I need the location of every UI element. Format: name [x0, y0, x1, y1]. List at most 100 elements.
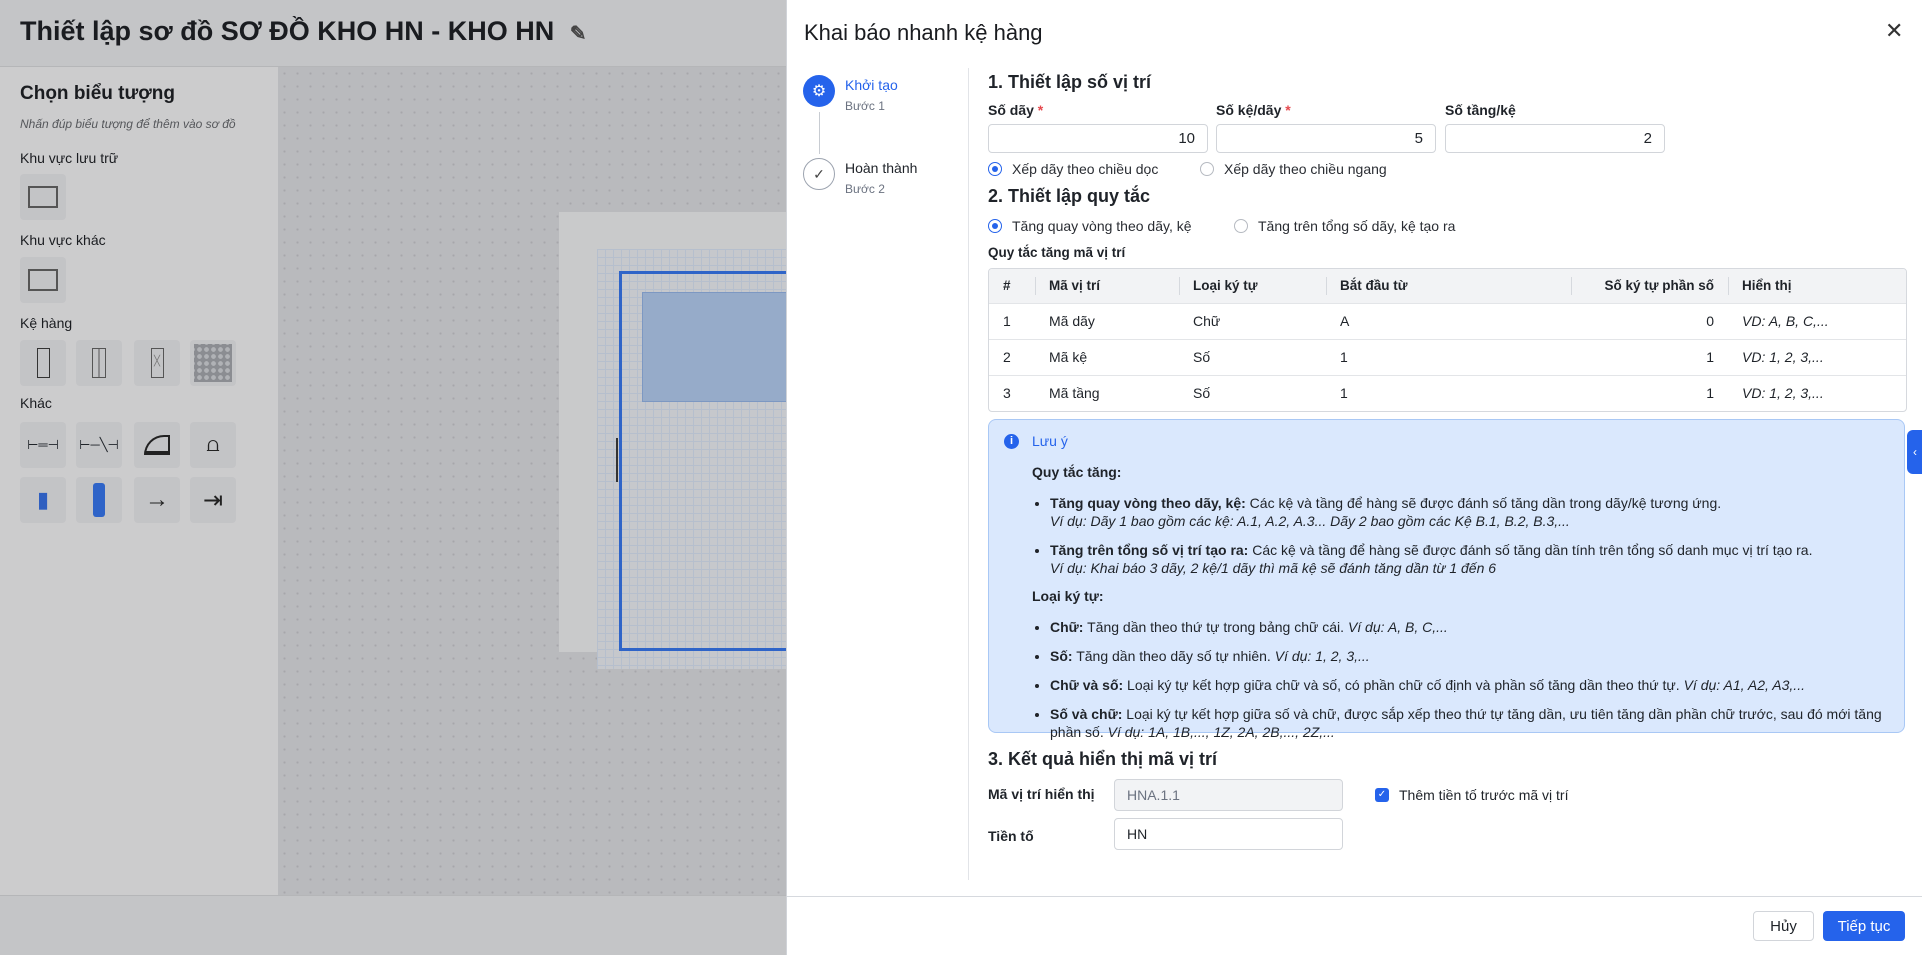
note-item-term: Tăng trên tổng số vị trí tạo ra: [1050, 542, 1249, 558]
shelves-input[interactable]: 5 [1216, 124, 1436, 153]
radio-dot[interactable] [988, 219, 1002, 233]
col-code: Mã vị trí [1035, 269, 1179, 303]
shelf-block[interactable] [642, 292, 786, 402]
cell-display: VD: A, B, C,... [1728, 302, 1906, 339]
forklift-icon[interactable]: ▮ [20, 477, 66, 523]
step-1-gear-icon: ⚙ [803, 75, 835, 107]
next-button[interactable]: Tiếp tục [1823, 911, 1905, 941]
prefix-checkbox[interactable]: ✓ Thêm tiền tố trước mã vị trí [1375, 787, 1568, 803]
step-connector [819, 112, 820, 154]
cross-shelf-icon[interactable]: ╳ [134, 340, 180, 386]
note-item-term: Số và chữ: [1050, 706, 1123, 722]
other-area-icon[interactable] [20, 257, 66, 303]
info-icon: i [1004, 434, 1019, 449]
note-item: Số: Tăng dần theo dãy số tự nhiên. Ví dụ… [1050, 647, 1892, 665]
radio-dot[interactable] [1234, 219, 1248, 233]
radio-vertical[interactable]: Xếp dãy theo chiều dọc [988, 161, 1158, 177]
close-icon[interactable]: ✕ [1885, 18, 1903, 44]
note-item-text: Tăng dần theo dãy số tự nhiên. [1072, 648, 1275, 664]
single-door-arc-icon[interactable] [134, 422, 180, 468]
cell-digits: 1 [1571, 374, 1728, 411]
collapse-chevron-left-icon[interactable]: ‹ [1907, 430, 1922, 474]
display-code-field: HNA.1.1 [1114, 779, 1343, 811]
door-marker[interactable] [616, 438, 625, 482]
cancel-button[interactable]: Hủy [1753, 911, 1814, 941]
note-item-text: Các kệ và tầng để hàng sẽ được đánh số t… [1248, 542, 1813, 558]
radio-rotate[interactable]: Tăng quay vòng theo dãy, kệ [988, 218, 1192, 234]
dialog-title: Khai báo nhanh kệ hàng [804, 20, 1043, 45]
types-heading: Loại ký tự: [1032, 588, 1104, 604]
cell-display: VD: 1, 2, 3,... [1728, 338, 1906, 375]
note-item-example: Ví dụ: 1A, 1B,..., 1Z, 2A, 2B,..., 2Z,..… [1107, 724, 1335, 740]
cell-index: 3 [989, 374, 1035, 411]
conveyor-icon[interactable] [76, 477, 122, 523]
storage-area-icon[interactable] [20, 174, 66, 220]
table-row: 3 Mã tầng Số 1 1 VD: 1, 2, 3,... [989, 374, 1906, 411]
note-item: Chữ và số: Loại ký tự kết hợp giữa chữ v… [1050, 676, 1892, 694]
steps-divider [968, 68, 969, 880]
cell-type: Chữ [1179, 302, 1326, 339]
cell-index: 2 [989, 338, 1035, 375]
note-item-example: Ví dụ: Khai báo 3 dãy, 2 kệ/1 dãy thì mã… [1050, 560, 1497, 576]
radio-dot[interactable] [988, 162, 1002, 176]
step-1-label[interactable]: Khởi tạo [845, 77, 898, 93]
col-start: Bắt đầu từ [1326, 269, 1571, 303]
note-item-example: Ví dụ: 1, 2, 3,... [1274, 648, 1370, 664]
prefix-input[interactable]: HN [1114, 818, 1343, 850]
single-shelf-icon[interactable] [20, 340, 66, 386]
cell-display: VD: 1, 2, 3,... [1728, 374, 1906, 411]
section-other: Khác [20, 395, 52, 411]
shelves-label: Số kệ/dãy * [1216, 102, 1291, 118]
note-item-example: Ví dụ: A1, A2, A3,... [1683, 677, 1805, 693]
rows-input[interactable]: 10 [988, 124, 1208, 153]
swing-door-icon[interactable]: ⊢─╲⊣ [76, 422, 122, 468]
levels-input[interactable]: 2 [1445, 124, 1665, 153]
checkbox-checked-icon[interactable]: ✓ [1375, 788, 1389, 802]
quick-shelf-dialog: Khai báo nhanh kệ hàng ✕ ⚙ Khởi tạo Bước… [786, 0, 1922, 955]
double-door-icon[interactable]: ⊢═⊣ [20, 422, 66, 468]
edit-pencil-icon[interactable]: ✎ [570, 23, 587, 45]
note-box: i Lưu ý Quy tắc tăng: Tăng quay vòng the… [988, 419, 1905, 740]
section-storage-area: Khu vực lưu trữ [20, 150, 119, 166]
rules-heading: Quy tắc tăng: [1032, 464, 1122, 480]
cell-start: 1 [1326, 374, 1571, 411]
note-item: Tăng quay vòng theo dãy, kệ: Các kệ và t… [1050, 494, 1892, 530]
table-label: Quy tắc tăng mã vị trí [988, 245, 1126, 260]
cell-start: A [1326, 302, 1571, 339]
pallet-grid-icon[interactable] [190, 340, 236, 386]
col-digits: Số ký tự phần số [1571, 269, 1728, 303]
col-index: # [989, 269, 1035, 303]
levels-label: Số tầng/kệ [1445, 102, 1516, 118]
rows-label: Số dãy * [988, 102, 1044, 118]
table-row: 2 Mã kệ Số 1 1 VD: 1, 2, 3,... [989, 338, 1906, 375]
page-title: Thiết lập sơ đồ SƠ ĐỒ KHO HN - KHO HN ✎ [20, 16, 587, 46]
panel-hint: Nhấn đúp biểu tượng để thêm vào sơ đồ [20, 117, 236, 131]
radio-dot[interactable] [1200, 162, 1214, 176]
cell-start: 1 [1326, 338, 1571, 375]
panel-title: Chọn biểu tượng [20, 83, 175, 104]
icon-picker-panel: Chọn biểu tượng Nhấn đúp biểu tượng để t… [0, 67, 278, 895]
display-code-label: Mã vị trí hiển thị [988, 786, 1095, 802]
note-item-term: Chữ: [1050, 619, 1084, 635]
double-shelf-icon[interactable] [76, 340, 122, 386]
note-item-term: Chữ và số: [1050, 677, 1124, 693]
radio-total[interactable]: Tăng trên tổng số dãy, kệ tạo ra [1234, 218, 1455, 234]
note-item: Chữ: Tăng dần theo thứ tự trong bảng chữ… [1050, 618, 1892, 636]
note-item-example: Ví dụ: A, B, C,... [1347, 619, 1448, 635]
radio-horizontal[interactable]: Xếp dãy theo chiều ngang [1200, 161, 1387, 177]
section-1-heading: 1. Thiết lập số vị trí [988, 72, 1152, 92]
col-display: Hiển thị [1728, 269, 1906, 303]
required-mark: * [1037, 102, 1044, 118]
cell-type: Số [1179, 338, 1326, 375]
arrow-right-icon[interactable]: → [134, 477, 180, 523]
exit-icon[interactable]: ⇥ [190, 477, 236, 523]
note-item-text: Loại ký tự kết hợp giữa chữ và số, có ph… [1123, 677, 1684, 693]
section-3-heading: 3. Kết quả hiển thị mã vị trí [988, 749, 1218, 769]
cell-index: 1 [989, 302, 1035, 339]
double-door-arc-icon[interactable]: ⩍ [190, 422, 236, 468]
note-title: Lưu ý [1032, 433, 1068, 449]
step-2-label[interactable]: Hoàn thành [845, 160, 917, 176]
prefix-label: Tiền tố [988, 828, 1034, 844]
section-other-area: Khu vực khác [20, 232, 106, 248]
note-item-text: Các kệ và tầng để hàng sẽ được đánh số t… [1245, 495, 1722, 511]
